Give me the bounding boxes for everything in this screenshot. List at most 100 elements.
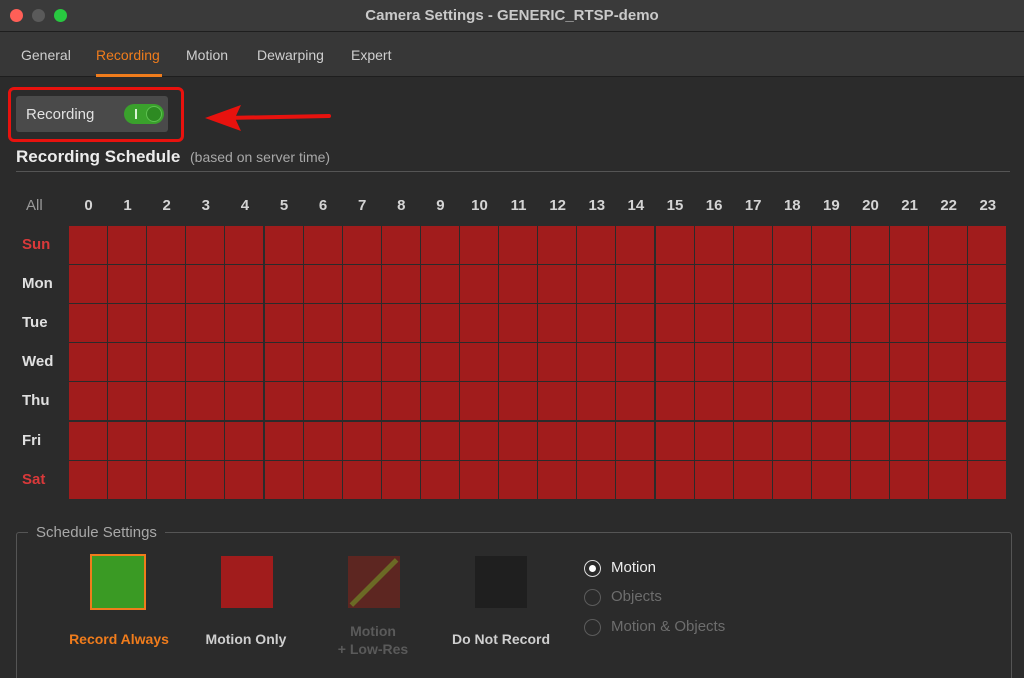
schedule-cell[interactable]: [108, 265, 147, 304]
schedule-cell[interactable]: [616, 343, 655, 382]
schedule-cell[interactable]: [264, 226, 303, 264]
record-always-swatch[interactable]: [90, 554, 146, 610]
schedule-cell[interactable]: [225, 460, 264, 499]
schedule-cell[interactable]: [890, 304, 929, 343]
schedule-cell[interactable]: [225, 226, 264, 264]
schedule-cell[interactable]: [499, 226, 538, 264]
schedule-cell[interactable]: [264, 304, 303, 343]
do-not-record-label[interactable]: Do Not Record: [436, 631, 566, 647]
schedule-cell[interactable]: [929, 421, 968, 460]
schedule-cell[interactable]: [69, 460, 107, 499]
hour-header[interactable]: 13: [577, 197, 616, 214]
schedule-cell[interactable]: [186, 304, 225, 343]
schedule-cell[interactable]: [499, 343, 538, 382]
schedule-cell[interactable]: [420, 343, 459, 382]
schedule-cell[interactable]: [186, 343, 225, 382]
schedule-cell[interactable]: [655, 343, 694, 382]
schedule-cell[interactable]: [108, 382, 147, 421]
schedule-cell[interactable]: [890, 460, 929, 499]
schedule-cell[interactable]: [811, 304, 850, 343]
schedule-cell[interactable]: [186, 226, 225, 264]
hour-header[interactable]: 20: [851, 197, 890, 214]
schedule-cell[interactable]: [694, 226, 733, 264]
schedule-cell[interactable]: [538, 343, 577, 382]
schedule-cell[interactable]: [811, 460, 850, 499]
schedule-cell[interactable]: [147, 304, 186, 343]
schedule-cell[interactable]: [968, 265, 1007, 304]
schedule-cell[interactable]: [264, 343, 303, 382]
schedule-cell[interactable]: [225, 304, 264, 343]
hour-header[interactable]: 22: [929, 197, 968, 214]
schedule-cell[interactable]: [577, 343, 616, 382]
day-header[interactable]: Thu: [22, 392, 62, 409]
schedule-cell[interactable]: [303, 460, 342, 499]
schedule-cell[interactable]: [772, 265, 811, 304]
schedule-cell[interactable]: [733, 460, 772, 499]
schedule-cell[interactable]: [460, 226, 498, 264]
schedule-cell[interactable]: [303, 343, 342, 382]
schedule-cell[interactable]: [577, 460, 616, 499]
schedule-cell[interactable]: [968, 382, 1007, 421]
schedule-cell[interactable]: [538, 382, 577, 421]
schedule-cell[interactable]: [851, 460, 889, 499]
schedule-cell[interactable]: [655, 226, 694, 264]
schedule-cell[interactable]: [811, 226, 850, 264]
schedule-cell[interactable]: [420, 226, 459, 264]
schedule-cell[interactable]: [968, 343, 1007, 382]
schedule-cell[interactable]: [186, 265, 225, 304]
schedule-cell[interactable]: [733, 382, 772, 421]
day-header[interactable]: Tue: [22, 314, 62, 331]
schedule-cell[interactable]: [460, 460, 498, 499]
schedule-cell[interactable]: [616, 304, 655, 343]
schedule-cell[interactable]: [890, 343, 929, 382]
schedule-cell[interactable]: [929, 460, 968, 499]
day-header[interactable]: Fri: [22, 432, 62, 449]
schedule-cell[interactable]: [69, 343, 107, 382]
schedule-cell[interactable]: [577, 382, 616, 421]
schedule-cell[interactable]: [225, 265, 264, 304]
schedule-cell[interactable]: [694, 343, 733, 382]
day-header[interactable]: Mon: [22, 275, 62, 292]
schedule-cell[interactable]: [538, 265, 577, 304]
schedule-cell[interactable]: [890, 421, 929, 460]
schedule-cell[interactable]: [851, 421, 889, 460]
schedule-cell[interactable]: [303, 226, 342, 264]
schedule-cell[interactable]: [772, 343, 811, 382]
schedule-cell[interactable]: [69, 226, 107, 264]
schedule-cell[interactable]: [342, 343, 381, 382]
tab-recording[interactable]: Recording: [96, 47, 160, 63]
day-header[interactable]: Sat: [22, 471, 62, 488]
schedule-cell[interactable]: [186, 421, 225, 460]
hour-header[interactable]: 10: [460, 197, 499, 214]
schedule-cell[interactable]: [968, 421, 1007, 460]
schedule-cell[interactable]: [381, 304, 420, 343]
schedule-cell[interactable]: [733, 265, 772, 304]
schedule-cell[interactable]: [733, 226, 772, 264]
schedule-cell[interactable]: [69, 382, 107, 421]
schedule-cell[interactable]: [225, 343, 264, 382]
schedule-cell[interactable]: [968, 460, 1007, 499]
hour-header[interactable]: 12: [538, 197, 577, 214]
schedule-cell[interactable]: [381, 421, 420, 460]
schedule-cell[interactable]: [225, 382, 264, 421]
schedule-cell[interactable]: [929, 265, 968, 304]
schedule-cell[interactable]: [264, 421, 303, 460]
schedule-cell[interactable]: [694, 382, 733, 421]
schedule-cell[interactable]: [264, 265, 303, 304]
schedule-cell[interactable]: [381, 382, 420, 421]
schedule-cell[interactable]: [694, 460, 733, 499]
schedule-cell[interactable]: [616, 382, 655, 421]
schedule-cell[interactable]: [69, 265, 107, 304]
schedule-cell[interactable]: [890, 265, 929, 304]
schedule-cell[interactable]: [420, 421, 459, 460]
schedule-cell[interactable]: [381, 460, 420, 499]
schedule-cell[interactable]: [342, 460, 381, 499]
schedule-cell[interactable]: [147, 382, 186, 421]
schedule-cell[interactable]: [499, 304, 538, 343]
schedule-cell[interactable]: [811, 343, 850, 382]
schedule-cell[interactable]: [811, 382, 850, 421]
schedule-cell[interactable]: [342, 421, 381, 460]
hour-header[interactable]: 15: [656, 197, 695, 214]
schedule-cell[interactable]: [303, 382, 342, 421]
schedule-cell[interactable]: [303, 421, 342, 460]
